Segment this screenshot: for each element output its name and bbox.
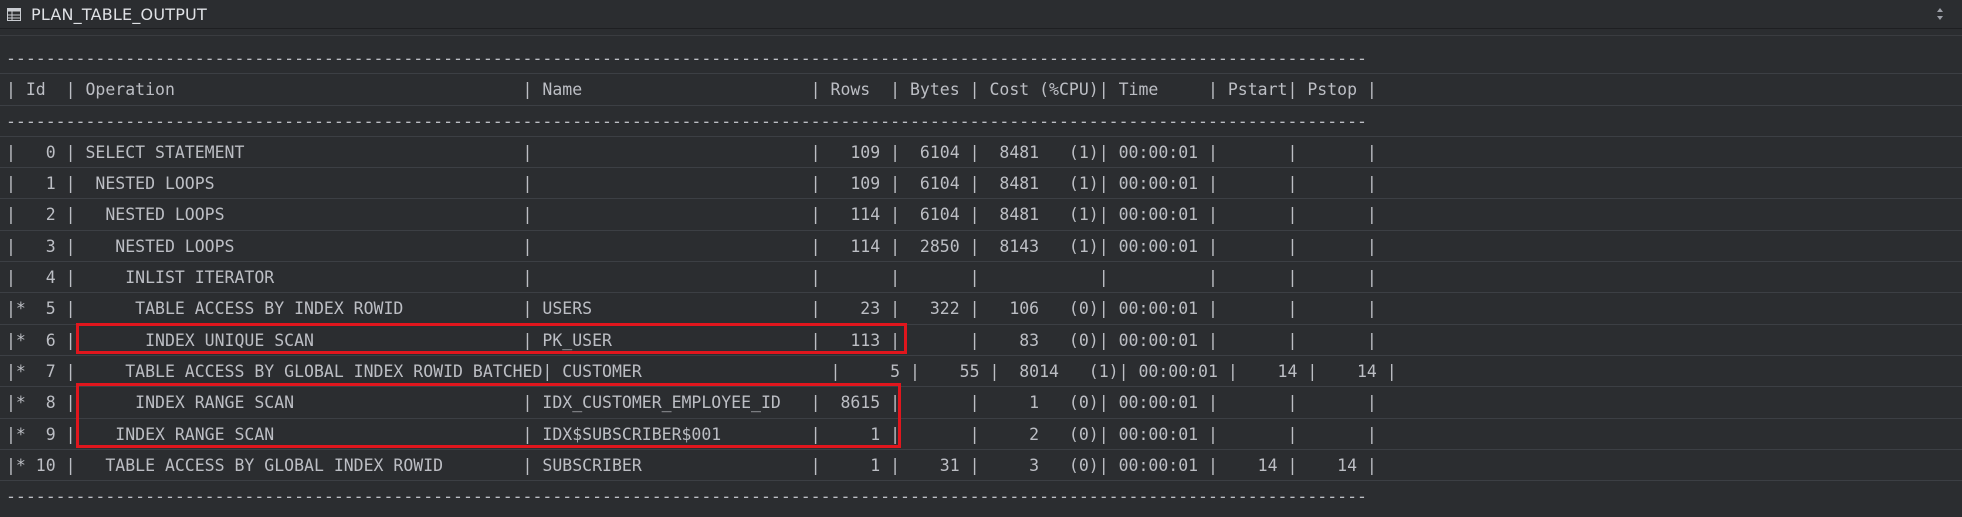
plan-separator-line[interactable]: ----------------------------------------… — [0, 481, 1962, 512]
plan-row-0[interactable]: | 0 | SELECT STATEMENT | | 109 | 6104 | … — [0, 137, 1962, 169]
plan-row-7[interactable]: |* 7 | TABLE ACCESS BY GLOBAL INDEX ROWI… — [0, 356, 1962, 388]
plan-row-2[interactable]: | 2 | NESTED LOOPS | | 114 | 6104 | 8481… — [0, 199, 1962, 231]
header-separator — [0, 35, 1962, 36]
column-header[interactable]: PLAN_TABLE_OUTPUT — [0, 0, 1962, 29]
plan-output-rows: ----------------------------------------… — [0, 43, 1962, 512]
plan-row-6[interactable]: |* 6 | INDEX UNIQUE SCAN | PK_USER | 113… — [0, 325, 1962, 356]
plan-row-1[interactable]: | 1 | NESTED LOOPS | | 109 | 6104 | 8481… — [0, 168, 1962, 200]
plan-row-10[interactable]: |* 10 | TABLE ACCESS BY GLOBAL INDEX ROW… — [0, 450, 1962, 482]
plan-column-header-line[interactable]: | Id | Operation | Name | Rows | Bytes |… — [0, 74, 1962, 106]
plan-row-8[interactable]: |* 8 | INDEX RANGE SCAN | IDX_CUSTOMER_E… — [0, 387, 1962, 419]
plan-separator-line[interactable]: ----------------------------------------… — [0, 43, 1962, 75]
plan-separator-line[interactable]: ----------------------------------------… — [0, 106, 1962, 137]
plan-row-3[interactable]: | 3 | NESTED LOOPS | | 114 | 2850 | 8143… — [0, 231, 1962, 263]
plan-row-4[interactable]: | 4 | INLIST ITERATOR | | | | | | | | — [0, 262, 1962, 294]
sort-updown-icon[interactable] — [1936, 6, 1944, 22]
plan-row-5[interactable]: |* 5 | TABLE ACCESS BY INDEX ROWID | USE… — [0, 293, 1962, 325]
plan-row-9[interactable]: |* 9 | INDEX RANGE SCAN | IDX$SUBSCRIBER… — [0, 419, 1962, 450]
table-icon — [7, 8, 21, 21]
column-title: PLAN_TABLE_OUTPUT — [31, 5, 207, 24]
